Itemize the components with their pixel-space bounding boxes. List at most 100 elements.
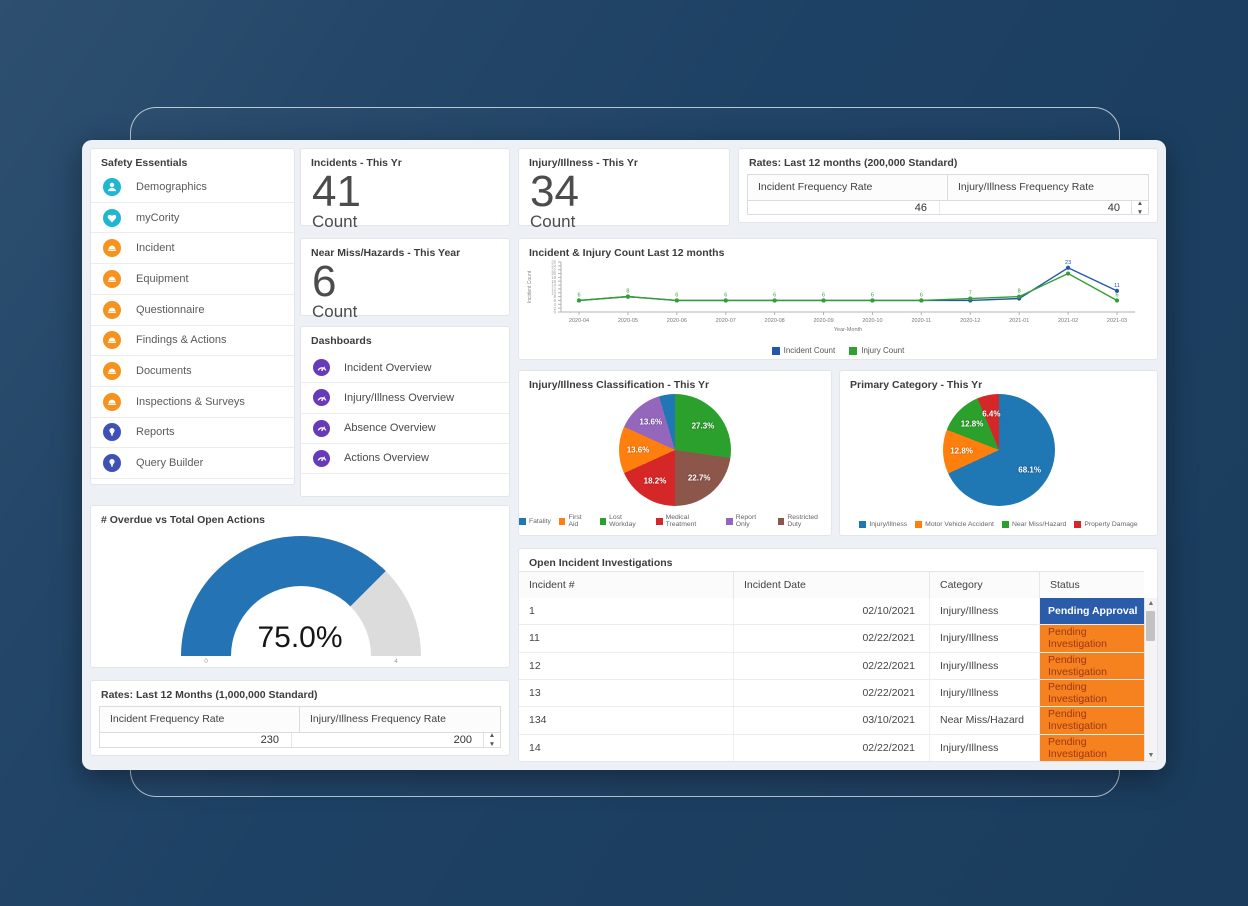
pie-chart: 68.1%12.8%12.8%6.4% — [943, 394, 1055, 506]
svg-text:6: 6 — [920, 292, 923, 298]
svg-text:2021-03: 2021-03 — [1107, 318, 1127, 324]
column-header-status[interactable]: Status — [1040, 572, 1144, 598]
table-row[interactable]: 13 02/22/2021 Injury/Illness Pending Inv… — [519, 680, 1144, 707]
sidebar-item[interactable]: Incident — [91, 233, 294, 264]
svg-text:8: 8 — [1018, 289, 1021, 295]
scrollbar-thumb[interactable] — [1146, 611, 1155, 641]
chart-title: Injury/Illness Classification - This Yr — [519, 371, 831, 394]
sidebar-item-label: Equipment — [136, 273, 189, 285]
gauge-icon — [313, 359, 330, 376]
cell-incident-number: 11 — [519, 625, 734, 651]
legend-label: Injury/Illness — [869, 521, 907, 528]
legend-item: First Aid — [559, 514, 592, 528]
spinner-down-icon[interactable]: ▼ — [1137, 209, 1143, 216]
legend-label: Property Damage — [1084, 521, 1137, 528]
column-header-category[interactable]: Category — [930, 572, 1040, 598]
table-row[interactable]: 11 02/22/2021 Injury/Illness Pending Inv… — [519, 625, 1144, 652]
injury-count-value: 34 — [519, 172, 729, 212]
legend-swatch-icon — [1074, 521, 1081, 528]
hard-hat-icon — [103, 393, 121, 411]
pie-slice-label: 22.7% — [688, 473, 711, 482]
sidebar-item[interactable]: myCority — [91, 203, 294, 234]
dashboard-link-label: Absence Overview — [344, 422, 436, 434]
sidebar-item-label: myCority — [136, 212, 179, 224]
legend-swatch-icon — [656, 518, 663, 525]
card-title: Rates: Last 12 Months (1,000,000 Standar… — [91, 681, 509, 704]
spinner-up-icon[interactable]: ▲ — [489, 732, 495, 739]
gauge-max-label: 4 — [386, 658, 406, 665]
legend-label: First Aid — [568, 514, 591, 528]
near-miss-count-value: 6 — [301, 262, 509, 302]
sidebar-item[interactable]: Findings & Actions — [91, 326, 294, 357]
card-title: Dashboards — [301, 327, 509, 350]
svg-text:2020-08: 2020-08 — [765, 318, 785, 324]
sidebar-item[interactable]: Reports — [91, 418, 294, 449]
sidebar-item[interactable]: Questionnaire — [91, 295, 294, 326]
gauge-value: 75.0% — [91, 621, 509, 655]
hard-hat-icon — [103, 239, 121, 257]
dashboard-link-label: Actions Overview — [344, 452, 429, 464]
svg-text:Year-Month: Year-Month — [834, 327, 862, 333]
injury-classification-pie-card: Injury/Illness Classification - This Yr … — [518, 370, 832, 536]
dashboard-link-item[interactable]: Absence Overview — [301, 414, 509, 444]
pie-chart-legend: Fatality First Aid Lost Workday Medical … — [519, 514, 831, 528]
legend-item: Incident Count — [772, 346, 836, 355]
dashboard-link-item[interactable]: Actions Overview — [301, 444, 509, 474]
spinner-down-icon[interactable]: ▼ — [489, 741, 495, 748]
spinner-up-icon[interactable]: ▲ — [1137, 200, 1143, 207]
table-scrollbar[interactable]: ▲ ▼ — [1144, 598, 1157, 761]
scroll-up-icon[interactable]: ▲ — [1145, 600, 1157, 607]
hard-hat-icon — [103, 362, 121, 380]
value-spinner[interactable]: ▲ ▼ — [483, 733, 500, 747]
cell-category: Injury/Illness — [930, 680, 1040, 706]
svg-text:23: 23 — [1065, 260, 1071, 266]
sidebar-item-label: Findings & Actions — [136, 334, 227, 346]
pie-slice-label: 27.3% — [692, 421, 715, 430]
svg-text:2020-06: 2020-06 — [667, 318, 687, 324]
legend-item: Report Only — [726, 514, 770, 528]
table-row[interactable]: 14 02/22/2021 Injury/Illness Pending Inv… — [519, 735, 1144, 761]
sidebar-item[interactable]: Query Builder — [91, 448, 294, 479]
column-header-incident-number[interactable]: Incident # — [519, 572, 734, 598]
cell-incident-date: 02/10/2021 — [734, 598, 930, 624]
scroll-down-icon[interactable]: ▼ — [1145, 752, 1157, 759]
sidebar-item[interactable]: Inspections & Surveys — [91, 387, 294, 418]
column-header: Injury/Illness Frequency Rate — [948, 175, 1148, 200]
status-badge: Pending Investigation — [1040, 653, 1144, 679]
table-row[interactable]: 1 02/10/2021 Injury/Illness Pending Appr… — [519, 598, 1144, 625]
table-row[interactable]: 134 03/10/2021 Near Miss/Hazard Pending … — [519, 707, 1144, 734]
status-badge: Pending Investigation — [1040, 735, 1144, 761]
column-header-incident-date[interactable]: Incident Date — [734, 572, 930, 598]
legend-swatch-icon — [915, 521, 922, 528]
legend-item: Injury Count — [849, 346, 904, 355]
sidebar-item[interactable]: Documents — [91, 356, 294, 387]
injury-frequency-rate-value: 200 — [292, 733, 484, 747]
rates-table-values: 230 200 — [100, 733, 484, 747]
cell-category: Injury/Illness — [930, 625, 1040, 651]
sidebar-item-label: Inspections & Surveys — [136, 396, 245, 408]
incident-frequency-rate-value: 46 — [748, 201, 940, 214]
legend-label: Restricted Duty — [787, 514, 831, 528]
sidebar-item[interactable]: Demographics — [91, 172, 294, 203]
metric-unit-label: Count — [301, 212, 509, 232]
cell-category: Near Miss/Hazard — [930, 707, 1040, 733]
dashboard-link-item[interactable]: Injury/Illness Overview — [301, 383, 509, 413]
svg-text:2021-02: 2021-02 — [1058, 318, 1078, 324]
svg-text:2020-07: 2020-07 — [716, 318, 736, 324]
svg-text:2020-05: 2020-05 — [618, 318, 638, 324]
metric-unit-label: Count — [519, 212, 729, 232]
sidebar-item[interactable]: Equipment — [91, 264, 294, 295]
legend-swatch-icon — [859, 521, 866, 528]
pie-slice-label: 12.8% — [961, 420, 984, 429]
legend-label: Report Only — [736, 514, 770, 528]
legend-label: Incident Count — [784, 346, 836, 355]
sidebar-item-label: Demographics — [136, 181, 207, 193]
line-chart: 02468101214161820222426Incident Count202… — [521, 256, 1153, 343]
pie-slice-label: 68.1% — [1018, 465, 1041, 474]
svg-text:8: 8 — [626, 289, 629, 295]
dashboards-items: Incident Overview Injury/Illness Overvie… — [301, 353, 509, 474]
dashboard-link-item[interactable]: Incident Overview — [301, 353, 509, 383]
table-row[interactable]: 12 02/22/2021 Injury/Illness Pending Inv… — [519, 653, 1144, 680]
value-spinner[interactable]: ▲ ▼ — [1131, 201, 1148, 214]
sidebar-item-label: Questionnaire — [136, 304, 205, 316]
